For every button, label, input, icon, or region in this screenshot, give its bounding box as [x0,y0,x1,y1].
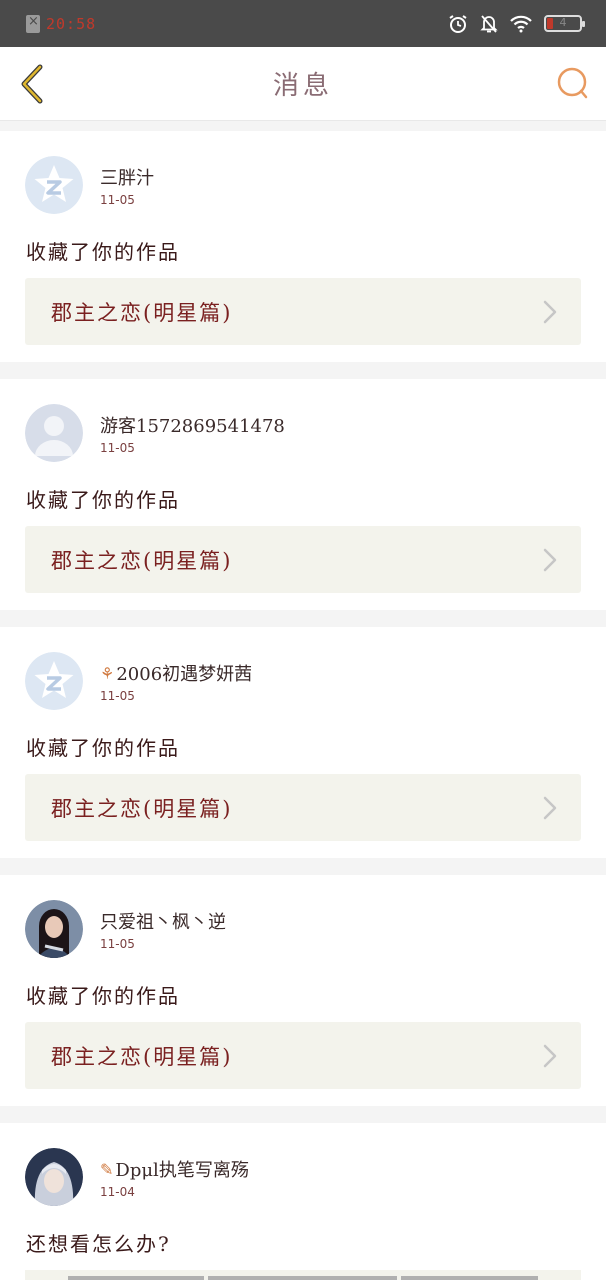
page-title: 消息 [272,71,333,101]
battery-level-text: 4 [559,16,567,29]
work-title: 郡主之恋(明星篇) [51,1044,233,1069]
chevron-right-icon [543,300,557,324]
work-link[interactable]: 郡主之恋(明星篇) [25,1022,581,1089]
username[interactable]: 只爱祖丶枫丶逆 [100,908,226,934]
message-date: 11-05 [100,193,135,207]
message-date: 11-05 [100,937,135,951]
back-button[interactable] [16,63,48,105]
decor-pen-icon: ✎ [100,1159,114,1179]
username-text: 2006初遇梦妍茜 [116,664,253,685]
username[interactable]: 游客1572869541478 [100,412,285,438]
search-icon [557,67,588,99]
work-link[interactable]: 郡主之恋(明星篇) [25,526,581,593]
username-text: Dpμl执笔写离殇 [115,1160,249,1181]
message-list: 三胖汁 11-05 收藏了你的作品 郡主之恋(明星篇) 游客1572869541… [0,131,606,1280]
photo-avatar-woman-icon [25,900,83,958]
status-left: 20:58 [26,14,97,33]
message-card: 只爱祖丶枫丶逆 11-05 收藏了你的作品 郡主之恋(明星篇) [0,875,606,1106]
photo-avatar-anime-icon [25,1148,83,1206]
message-action: 还想看怎么办? [26,1232,171,1256]
preview-segment [68,1276,204,1280]
avatar[interactable] [25,652,83,710]
message-date: 11-04 [100,1185,135,1199]
qzone-default-avatar-icon [25,156,83,214]
message-action: 收藏了你的作品 [26,488,180,512]
qzone-default-avatar-icon [25,652,83,710]
notifications-off-icon [480,14,498,33]
search-button[interactable] [556,67,590,101]
avatar[interactable] [25,156,83,214]
message-card: 游客1572869541478 11-05 收藏了你的作品 郡主之恋(明星篇) [0,379,606,610]
username-text: 三胖汁 [100,168,154,189]
avatar[interactable] [25,900,83,958]
status-time: 20:58 [46,14,97,33]
sim-absent-icon [26,14,40,33]
username[interactable]: ✎ Dpμl执笔写离殇 [100,1156,249,1182]
avatar[interactable] [25,1148,83,1206]
work-link[interactable]: 郡主之恋(明星篇) [25,774,581,841]
message-action: 收藏了你的作品 [26,736,180,760]
chevron-right-icon [543,796,557,820]
message-date: 11-05 [100,689,135,703]
decor-flower-icon: ⚘ [100,663,115,683]
chevron-right-icon [543,548,557,572]
preview-segment [208,1276,397,1280]
message-card: 三胖汁 11-05 收藏了你的作品 郡主之恋(明星篇) [0,131,606,362]
message-card: ⚘ 2006初遇梦妍茜 11-05 收藏了你的作品 郡主之恋(明星篇) [0,627,606,858]
attachment-preview[interactable] [25,1270,581,1280]
username-text: 游客1572869541478 [100,416,285,437]
wifi-icon [510,15,532,32]
username[interactable]: 三胖汁 [100,164,154,190]
message-card: ✎ Dpμl执笔写离殇 11-04 还想看怎么办? [0,1123,606,1280]
username-text: 只爱祖丶枫丶逆 [100,912,226,933]
message-action: 收藏了你的作品 [26,240,180,264]
message-action: 收藏了你的作品 [26,984,180,1008]
avatar[interactable] [25,404,83,462]
chevron-left-icon [21,64,43,104]
alarm-icon [449,14,467,33]
username[interactable]: ⚘ 2006初遇梦妍茜 [100,660,252,686]
preview-segment [401,1276,538,1280]
work-title: 郡主之恋(明星篇) [51,548,233,573]
status-right: 4 [448,14,585,34]
app-header: 消息 [0,47,606,121]
status-bar: 20:58 4 [0,0,606,47]
message-date: 11-05 [100,441,135,455]
guest-default-avatar-icon [25,404,83,462]
battery-icon: 4 [544,15,585,32]
work-title: 郡主之恋(明星篇) [51,300,233,325]
work-title: 郡主之恋(明星篇) [51,796,233,821]
chevron-right-icon [543,1044,557,1068]
work-link[interactable]: 郡主之恋(明星篇) [25,278,581,345]
